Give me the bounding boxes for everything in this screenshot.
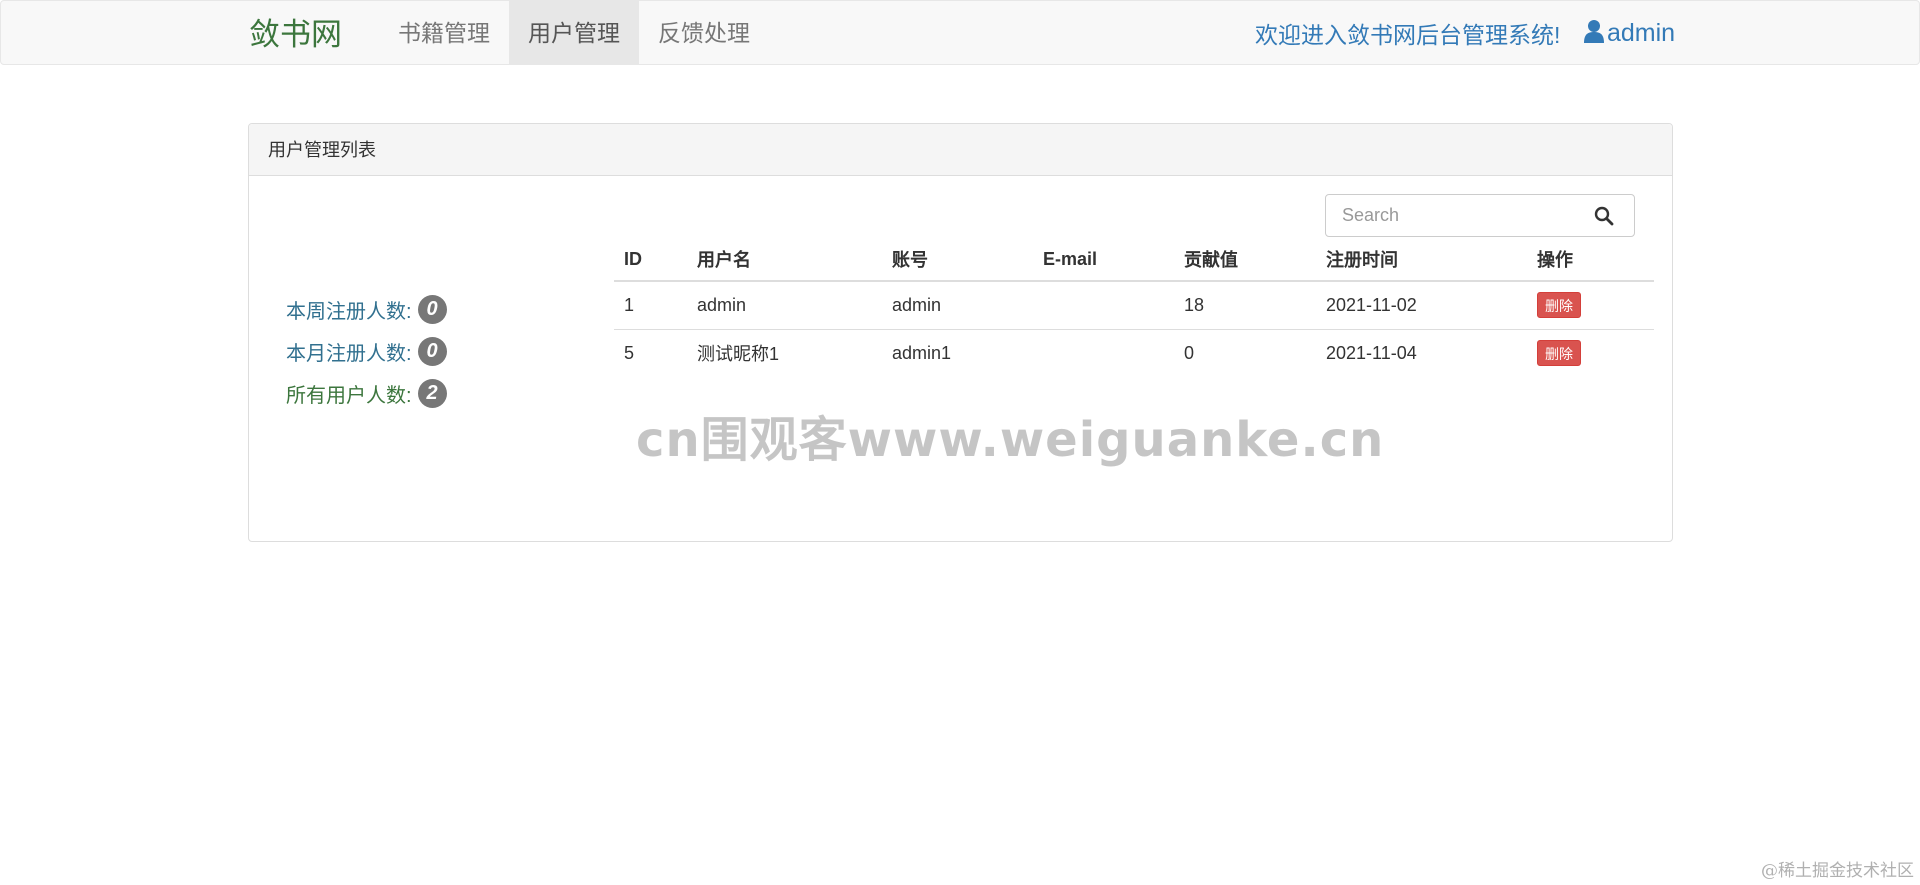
stat-badge: 0: [417, 294, 447, 324]
stat-week-registrations: 本周注册人数: 0: [286, 294, 447, 324]
col-contribution: 贡献值: [1174, 238, 1316, 282]
cell-id: 5: [624, 342, 635, 363]
search-box: [1325, 194, 1635, 237]
watermark: cn围观客www.weiguanke.cn: [636, 412, 1385, 468]
user-table: ID 用户名 账号 E-mail 贡献值 注册时间 操作 1 admin adm…: [614, 238, 1654, 377]
cell-username: 测试昵称1: [697, 344, 780, 365]
cell-email: [1033, 329, 1174, 377]
stat-badge: 2: [417, 378, 447, 408]
stat-label: 本周注册人数:: [286, 300, 412, 323]
cell-action: 删除: [1527, 281, 1654, 330]
cell-contribution: 18: [1174, 281, 1316, 330]
col-email: E-mail: [1033, 238, 1174, 282]
user-name: admin: [1607, 19, 1676, 47]
cell-contribution: 0: [1184, 342, 1195, 363]
stat-total-users: 所有用户人数: 2: [286, 378, 447, 408]
table-header-row: ID 用户名 账号 E-mail 贡献值 注册时间 操作: [614, 238, 1654, 282]
table-row: 5 测试昵称1 admin1 0 2021-11-04 删除: [614, 329, 1654, 377]
col-registered: 注册时间: [1316, 238, 1527, 282]
corner-watermark: @稀土掘金技术社区: [1761, 861, 1914, 881]
col-id: ID: [614, 238, 687, 282]
nav-item-book-management[interactable]: 书籍管理: [379, 1, 509, 65]
col-username: 用户名: [687, 238, 882, 282]
stat-label: 本月注册人数:: [286, 342, 412, 365]
brand-logo[interactable]: 敛书网: [249, 15, 342, 55]
col-action: 操作: [1527, 238, 1654, 282]
table-row: 1 admin admin 18 2021-11-02 删除: [614, 281, 1654, 330]
search-icon[interactable]: [1594, 206, 1614, 231]
cell-email: [1033, 281, 1174, 330]
stat-label: 所有用户人数:: [286, 384, 412, 407]
user-icon: [1584, 20, 1604, 43]
cell-registered: 2021-11-02: [1316, 281, 1527, 330]
nav-item-user-management[interactable]: 用户管理: [509, 1, 639, 65]
main-nav: 书籍管理 用户管理 反馈处理: [379, 1, 769, 65]
user-list-panel: 用户管理列表 本周注册人数: 0 本月注册人数: 0 所有用户人数: 2 ID …: [248, 123, 1673, 542]
delete-button[interactable]: 删除: [1537, 292, 1581, 319]
cell-account: admin1: [892, 342, 952, 363]
cell-registered: 2021-11-04: [1326, 342, 1417, 363]
cell-username: admin: [687, 281, 882, 330]
delete-button[interactable]: 删除: [1537, 340, 1581, 367]
search-input[interactable]: [1326, 195, 1586, 236]
panel-title: 用户管理列表: [249, 124, 1672, 176]
col-account: 账号: [882, 238, 1033, 282]
cell-id: 1: [614, 281, 687, 330]
stat-month-registrations: 本月注册人数: 0: [286, 336, 447, 366]
welcome-message: 欢迎进入敛书网后台管理系统!: [1255, 22, 1561, 48]
cell-account: admin: [882, 281, 1033, 330]
nav-item-feedback[interactable]: 反馈处理: [639, 1, 769, 65]
user-menu-link[interactable]: admin: [1583, 1, 1675, 65]
top-navbar: 敛书网 书籍管理 用户管理 反馈处理 欢迎进入敛书网后台管理系统! admin: [0, 0, 1920, 65]
cell-action: 删除: [1527, 329, 1654, 377]
stat-badge: 0: [417, 336, 447, 366]
